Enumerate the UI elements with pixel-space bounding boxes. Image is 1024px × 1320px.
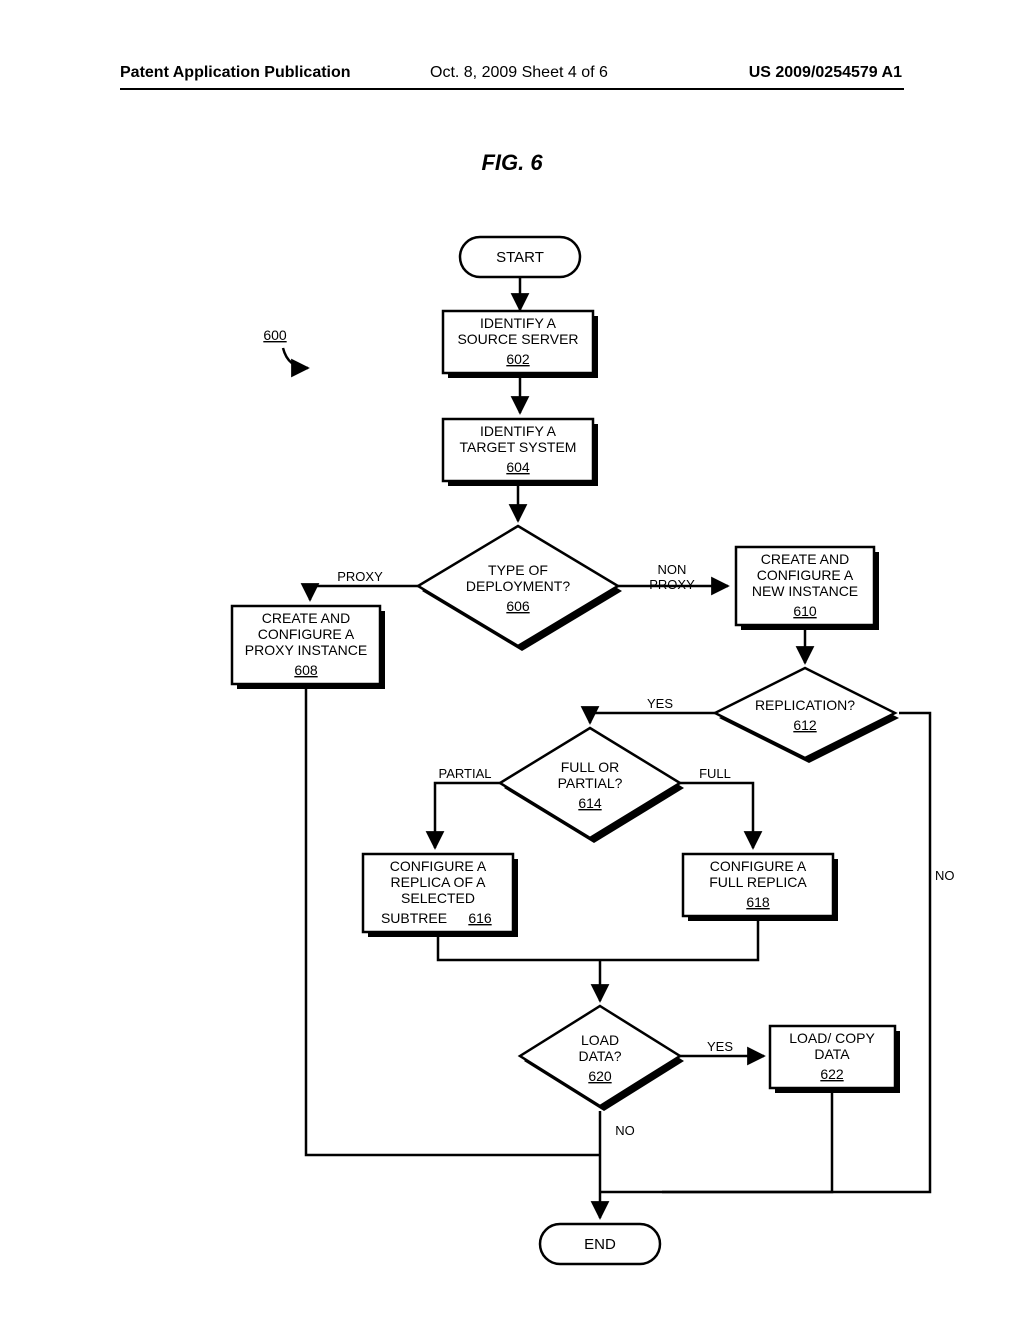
svg-text:610: 610 [793,603,817,619]
svg-text:IDENTIFY A: IDENTIFY A [480,315,557,331]
svg-text:CREATE AND: CREATE AND [761,551,849,567]
svg-text:606: 606 [506,598,530,614]
edge-label-no-620: NO [615,1123,635,1138]
flowchart: 600 START IDENTIFY A SOURCE SERVER 602 I… [0,0,1024,1320]
svg-text:DEPLOYMENT?: DEPLOYMENT? [466,578,570,594]
svg-text:PARTIAL?: PARTIAL? [558,775,623,791]
edge-612-614 [590,713,715,723]
node-608: CREATE AND CONFIGURE A PROXY INSTANCE 60… [232,606,385,689]
svg-text:LOAD: LOAD [581,1032,619,1048]
svg-text:CONFIGURE A: CONFIGURE A [757,567,854,583]
svg-text:TYPE OF: TYPE OF [488,562,548,578]
edge-label-yes-620: YES [707,1039,733,1054]
svg-text:REPLICATION?: REPLICATION? [755,697,855,713]
svg-text:SELECTED: SELECTED [401,890,475,906]
svg-text:REPLICA OF A: REPLICA OF A [391,874,487,890]
node-616: CONFIGURE A REPLICA OF A SELECTED SUBTRE… [363,854,518,937]
svg-text:FULL OR: FULL OR [561,759,620,775]
node-614: FULL OR PARTIAL? 614 [500,728,684,843]
svg-text:CONFIGURE A: CONFIGURE A [710,858,807,874]
svg-text:SUBTREE: SUBTREE [381,910,447,926]
edge-614-616 [435,783,500,848]
node-610: CREATE AND CONFIGURE A NEW INSTANCE 610 [736,547,879,630]
node-604: IDENTIFY A TARGET SYSTEM 604 [443,419,598,486]
edge-618-merge [600,921,758,960]
edge-616-merge [438,937,600,960]
svg-text:614: 614 [578,795,602,811]
svg-text:NEW INSTANCE: NEW INSTANCE [752,583,858,599]
svg-text:PROXY INSTANCE: PROXY INSTANCE [245,642,367,658]
svg-text:CONFIGURE A: CONFIGURE A [390,858,487,874]
svg-text:FULL REPLICA: FULL REPLICA [709,874,807,890]
edge-622-merge [660,1093,832,1192]
svg-text:602: 602 [506,351,530,367]
svg-text:END: END [584,1236,616,1253]
edge-606-608 [310,586,418,600]
page: Patent Application Publication Oct. 8, 2… [0,0,1024,1320]
node-620: LOAD DATA? 620 [520,1006,684,1111]
svg-text:CREATE AND: CREATE AND [262,610,350,626]
svg-text:616: 616 [468,910,492,926]
node-606: TYPE OF DEPLOYMENT? 606 [418,526,622,651]
node-618: CONFIGURE A FULL REPLICA 618 [683,854,838,921]
svg-text:LOAD/ COPY: LOAD/ COPY [789,1030,875,1046]
svg-text:604: 604 [506,459,530,475]
svg-text:CONFIGURE A: CONFIGURE A [258,626,355,642]
svg-text:IDENTIFY A: IDENTIFY A [480,423,557,439]
node-602: IDENTIFY A SOURCE SERVER 602 [443,311,598,378]
svg-text:620: 620 [588,1068,612,1084]
edge-label-yes-612: YES [647,696,673,711]
edge-label-nonproxy2: PROXY [649,577,695,592]
edge-label-partial: PARTIAL [439,766,492,781]
svg-text:DATA: DATA [814,1046,850,1062]
flow-ref-label: 600 [263,327,287,343]
svg-text:DATA?: DATA? [578,1048,621,1064]
edge-614-618 [680,783,753,848]
node-622: LOAD/ COPY DATA 622 [770,1026,900,1093]
flow-ref-pointer [283,348,308,368]
start-node: START [460,237,580,277]
edge-label-full: FULL [699,766,731,781]
svg-text:612: 612 [793,717,817,733]
node-612: REPLICATION? 612 [715,668,899,763]
edge-612-no [662,713,930,1192]
svg-text:618: 618 [746,894,770,910]
svg-text:622: 622 [820,1066,844,1082]
end-node: END [540,1224,660,1264]
svg-text:SOURCE SERVER: SOURCE SERVER [457,331,578,347]
svg-text:START: START [496,249,544,266]
svg-text:608: 608 [294,662,318,678]
edge-label-no-612: NO [935,868,955,883]
edge-label-nonproxy1: NON [658,562,687,577]
edge-label-proxy: PROXY [337,569,383,584]
svg-text:TARGET SYSTEM: TARGET SYSTEM [460,439,577,455]
